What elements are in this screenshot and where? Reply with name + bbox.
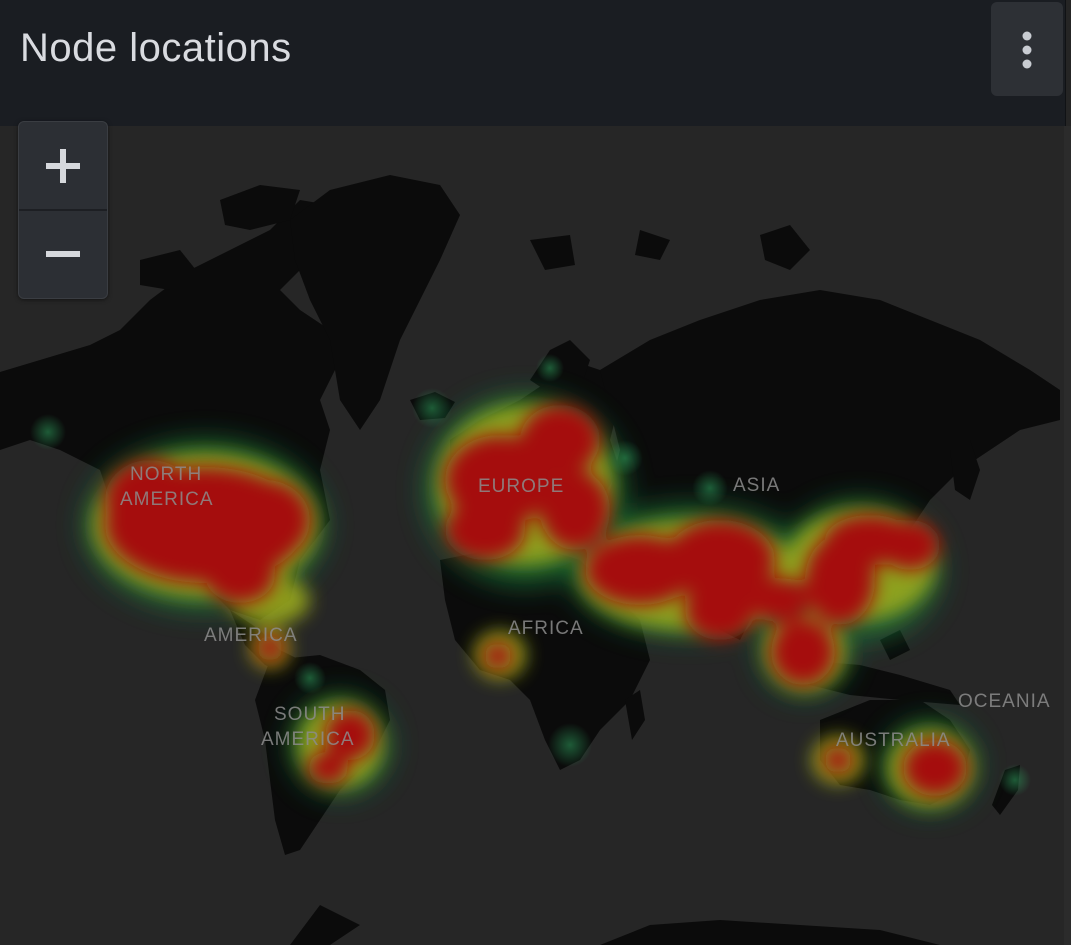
zoom-out-button[interactable] (19, 210, 107, 298)
node-locations-panel: Node locations NORTH AMERICA AMERICA SOU… (0, 0, 1071, 945)
label-north-america-1: NORTH (130, 464, 202, 485)
map-canvas: NORTH AMERICA AMERICA SOUTH AMERICA EURO… (0, 175, 1060, 945)
panel-menu-button[interactable] (991, 2, 1063, 96)
world-heatmap[interactable]: NORTH AMERICA AMERICA SOUTH AMERICA EURO… (0, 126, 1064, 945)
zoom-in-button[interactable] (19, 122, 107, 210)
label-asia: ASIA (733, 475, 780, 496)
panel-scrollbar[interactable] (1064, 126, 1071, 945)
label-africa: AFRICA (508, 618, 584, 639)
label-south-america-1: SOUTH (274, 704, 346, 725)
vertical-ellipsis-icon (1022, 31, 1032, 69)
label-south-america-2: AMERICA (261, 729, 355, 750)
panel-title: Node locations (20, 26, 292, 70)
minus-icon (46, 251, 80, 257)
panel-header: Node locations (0, 0, 1066, 126)
label-oceania: OCEANIA (958, 691, 1051, 712)
zoom-control (18, 121, 108, 299)
plus-icon (46, 149, 80, 183)
label-central-america: AMERICA (204, 625, 298, 646)
label-north-america-2: AMERICA (120, 489, 214, 510)
label-europe: EUROPE (478, 476, 564, 497)
label-australia: AUSTRALIA (836, 730, 951, 751)
